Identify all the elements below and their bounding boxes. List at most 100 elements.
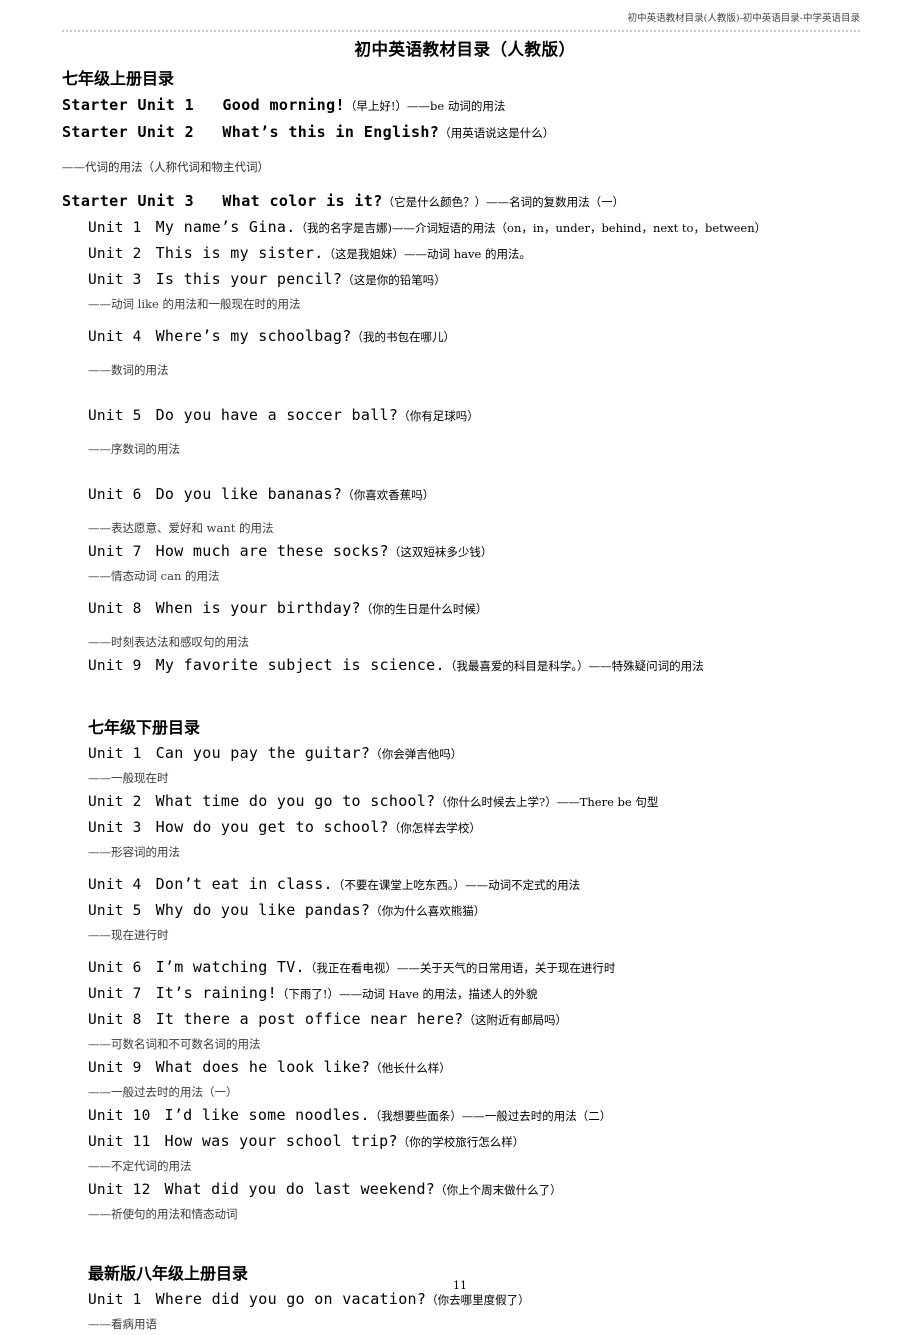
starter-unit-en: What’s this in English?	[222, 123, 440, 141]
unit-gloss: （你的学校旅行怎么样）	[397, 1135, 525, 1149]
unit-label: Unit 2	[88, 794, 142, 810]
starter-unit-title	[194, 96, 222, 114]
starter-unit-label: Starter Unit 2	[62, 123, 195, 141]
unit-row: Unit 6 I’m watching TV.（我正在看电视）——关于天气的日常用…	[0, 955, 920, 981]
unit-gloss: （你会弹吉他吗）	[370, 747, 463, 761]
unit-title: How was your school trip?	[164, 1132, 398, 1150]
unit-row: Unit 7 How much are these socks?（这双短袜多少钱）	[0, 539, 920, 565]
unit-label: Unit 4	[88, 877, 142, 893]
unit-gloss: （你去哪里度假了）	[426, 1293, 530, 1307]
unit-subnote: ——一般现在时	[88, 771, 169, 785]
unit-gloss: （你有足球吗）	[398, 409, 479, 423]
unit-row: Unit 2 This is my sister.（这是我姐妹）——动词 have…	[0, 241, 920, 267]
unit-subnote: ——祈使句的用法和情态动词	[88, 1207, 238, 1221]
unit-gloss: （我的书包在哪儿）	[351, 330, 456, 344]
unit-gloss: （下雨了!）——动词 Have 的用法，描述人的外貌	[276, 987, 538, 1001]
unit-title: Do you like bananas?	[155, 485, 343, 503]
starter-unit-en: What color is it?	[222, 192, 383, 210]
unit-subnote: ——序数词的用法	[88, 442, 180, 456]
unit-label: Unit 6	[88, 960, 142, 976]
page-number: 11	[453, 1279, 467, 1292]
unit-label: Unit 1	[88, 220, 142, 236]
starter-unit-row: Starter Unit 3 What color is it?（它是什么颜色？…	[0, 188, 920, 215]
unit-subnote: ——看病用语	[88, 1317, 157, 1331]
unit-row: Unit 8 It there a post office near here?（…	[0, 1007, 920, 1033]
unit-title: When is your birthday?	[155, 599, 361, 617]
unit-subnote: ——一般过去时的用法（一）	[88, 1085, 238, 1099]
unit-label: Unit 9	[88, 1060, 142, 1076]
unit-row: Unit 3 Is this your pencil?（这是你的铅笔吗）	[0, 267, 920, 293]
unit-row: Unit 10 I’d like some noodles.（我想要些面条）——一…	[0, 1103, 920, 1129]
unit-title: What time do you go to school?	[155, 792, 436, 810]
unit-title: Why do you like pandas?	[155, 901, 371, 919]
unit-subnote: ——形容词的用法	[88, 845, 180, 859]
unit-label: Unit 1	[88, 746, 142, 762]
unit-row: Unit 12 What did you do last weekend?（你上个…	[0, 1177, 920, 1203]
unit-gloss: （这是我姐妹）——动词 have 的用法。	[323, 247, 531, 261]
unit-row: Unit 11 How was your school trip?（你的学校旅行怎…	[0, 1129, 920, 1155]
starter-unit-gloss: （用英语说这是什么）	[439, 126, 555, 140]
unit-label: Unit 6	[88, 487, 142, 503]
unit-label: Unit 4	[88, 329, 142, 345]
unit-subnote: ——表达愿意、爱好和 want 的用法	[88, 521, 274, 535]
unit-title: My favorite subject is science.	[155, 656, 445, 674]
unit-subnote: ——时刻表达法和感叹句的用法	[88, 635, 249, 649]
unit-row: Unit 4 Don’t eat in class.（不要在课堂上吃东西。）——动…	[0, 872, 920, 898]
unit-title: What did you do last weekend?	[164, 1180, 436, 1198]
unit-label: Unit 7	[88, 986, 142, 1002]
unit-gloss: （你为什么喜欢熊猫）	[370, 904, 486, 918]
section-heading-grade7-book2: 七年级下册目录	[88, 718, 201, 737]
unit-row: Unit 9 My favorite subject is science.（我最…	[0, 653, 920, 679]
unit-gloss: （这附近有邮局吗）	[463, 1013, 568, 1027]
unit-title: Is this your pencil?	[155, 270, 343, 288]
unit-title: I’d like some noodles.	[164, 1106, 370, 1124]
unit-row: Unit 3 How do you get to school?（你怎样去学校）	[0, 815, 920, 841]
unit-row: Unit 1 My name’s Gina.（我的名字是吉娜)——介词短语的用法（…	[0, 215, 920, 241]
header-divider	[62, 30, 860, 34]
unit-gloss: （这是你的铅笔吗）	[342, 273, 446, 287]
starter-unit-row: Starter Unit 2 What’s this in English?（用…	[0, 119, 920, 146]
unit-label: Unit 3	[88, 820, 142, 836]
unit-title: How much are these socks?	[155, 542, 389, 560]
unit-row: Unit 2 What time do you go to school?（你什么…	[0, 789, 920, 815]
unit-gloss: （我最喜爱的科目是科学。）——特殊疑问词的用法	[444, 659, 704, 673]
starter-unit-row: Starter Unit 1 Good morning!（早上好!）——be 动…	[0, 92, 920, 119]
unit-gloss: （我正在看电视）——关于天气的日常用语，关于现在进行时	[304, 961, 616, 975]
unit-gloss: （你喜欢香蕉吗）	[342, 488, 435, 502]
unit-label: Unit 9	[88, 658, 142, 674]
unit-label: Unit 11	[88, 1134, 151, 1150]
unit-subnote: ——数词的用法	[88, 363, 169, 377]
unit-title: Do you have a soccer ball?	[155, 406, 399, 424]
unit-gloss: （你怎样去学校）	[388, 821, 481, 835]
unit-row: Unit 4 Where’s my schoolbag?（我的书包在哪儿）	[0, 324, 920, 350]
unit-subnote: ——现在进行时	[88, 928, 169, 942]
unit-title: I’m watching TV.	[155, 958, 305, 976]
unit-label: Unit 8	[88, 601, 142, 617]
unit-subnote: ——可数名词和不可数名词的用法	[88, 1037, 261, 1051]
page-title: 初中英语教材目录（人教版）	[354, 40, 576, 59]
starter-unit-label: Starter Unit 1	[62, 96, 195, 114]
unit-label: Unit 3	[88, 272, 142, 288]
unit-label: Unit 2	[88, 246, 142, 262]
unit-row: Unit 8 When is your birthday?（你的生日是什么时候）	[0, 596, 920, 622]
unit-title: It’s raining!	[155, 984, 277, 1002]
unit-row: Unit 1 Can you pay the guitar?（你会弹吉他吗）	[0, 741, 920, 767]
unit-gloss: （我想要些面条）——一般过去时的用法（二）	[369, 1109, 612, 1123]
unit-gloss: （这双短袜多少钱）	[388, 545, 493, 559]
unit-label: Unit 5	[88, 408, 142, 424]
starter-unit-gloss: （早上好!）——be 动词的用法	[344, 99, 506, 113]
unit-gloss: （你什么时候去上学?）——There be 句型	[435, 795, 659, 809]
starter-unit-en: Good morning!	[222, 96, 345, 114]
unit-label: Unit 5	[88, 903, 142, 919]
